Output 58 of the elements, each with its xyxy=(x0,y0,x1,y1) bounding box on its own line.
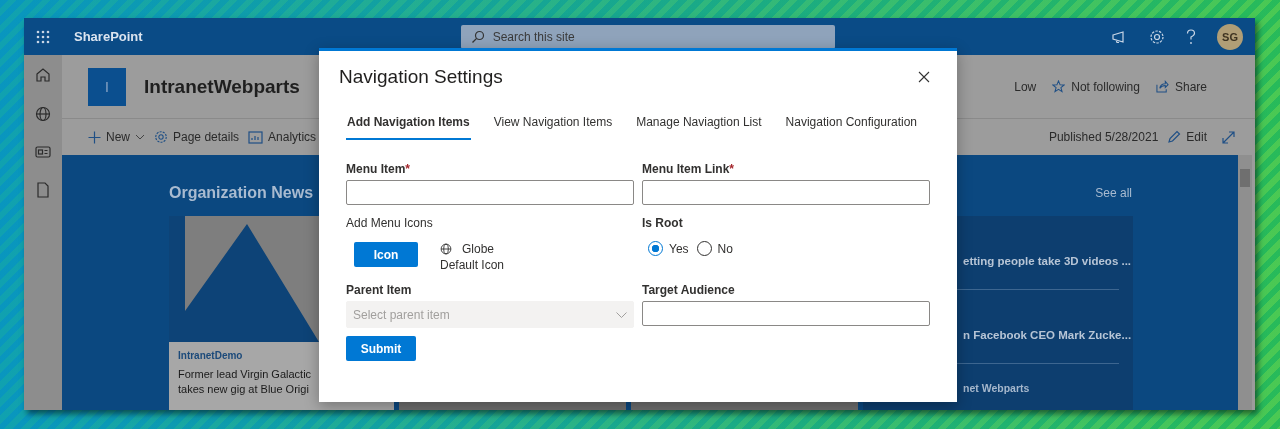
icon-name: Globe xyxy=(462,242,495,256)
scrollbar[interactable] xyxy=(1238,155,1255,410)
news-icon[interactable] xyxy=(35,145,51,159)
news-headline[interactable]: etting people take 3D videos ... xyxy=(963,255,1132,267)
app-launcher-icon[interactable] xyxy=(36,29,50,44)
follow-button[interactable]: Not following xyxy=(1052,79,1140,94)
new-button[interactable]: New xyxy=(88,130,145,144)
field-label: Menu Item Link* xyxy=(642,162,735,176)
app-title[interactable]: SharePoint xyxy=(74,29,143,44)
tab[interactable]: Navigation Configuration xyxy=(784,107,919,140)
help-icon[interactable] xyxy=(1185,28,1197,45)
chevron-down-icon xyxy=(616,311,627,318)
site-logo[interactable]: I xyxy=(88,67,126,106)
tab[interactable]: Add Navigation Items xyxy=(346,107,471,140)
field-label: Menu Item* xyxy=(346,162,411,176)
close-icon[interactable] xyxy=(918,71,930,83)
news-source[interactable]: net Webparts xyxy=(963,382,1030,394)
input-field[interactable] xyxy=(346,180,634,205)
gear-icon xyxy=(154,130,168,144)
globe-icon[interactable] xyxy=(35,106,51,122)
chevron-down-icon xyxy=(135,134,145,140)
radio-option[interactable]: Yes xyxy=(648,241,689,256)
news-source: IntranetDemo xyxy=(178,350,244,361)
input-field[interactable] xyxy=(642,180,930,205)
share-icon xyxy=(1155,80,1169,93)
site-title[interactable]: IntranetWebparts xyxy=(144,75,300,98)
see-all-link[interactable]: See all xyxy=(1095,186,1132,200)
radio-option[interactable]: No xyxy=(696,241,733,256)
field-label: Target Audience xyxy=(642,283,736,297)
input-field[interactable] xyxy=(642,301,930,326)
icon-caption: Default Icon xyxy=(440,258,505,272)
published-date: Published 5/28/2021 xyxy=(1048,130,1159,144)
pencil-icon xyxy=(1167,130,1182,144)
document-icon[interactable] xyxy=(36,182,50,198)
star-icon xyxy=(1052,80,1066,93)
radio-button[interactable] xyxy=(648,241,663,256)
sensitivity-label[interactable]: Low xyxy=(1014,79,1037,94)
plus-icon xyxy=(88,130,101,144)
analytics-button[interactable]: Analytics xyxy=(248,130,317,144)
globe-icon xyxy=(440,243,452,255)
news-headline[interactable]: n Facebook CEO Mark Zucke... xyxy=(963,329,1132,341)
tab[interactable]: View Navigation Items xyxy=(492,107,614,140)
dialog-title: Navigation Settings xyxy=(339,66,503,88)
settings-icon[interactable] xyxy=(1149,28,1165,45)
page-details-button[interactable]: Page details xyxy=(154,130,240,144)
expand-icon[interactable] xyxy=(1222,130,1235,144)
field-label: Is Root xyxy=(642,216,684,230)
share-button[interactable]: Share xyxy=(1155,79,1207,94)
icon-button[interactable]: Icon xyxy=(354,242,418,267)
section-title: Organization News xyxy=(169,184,314,202)
search-field[interactable]: Search this site xyxy=(460,24,835,49)
chart-icon xyxy=(248,130,264,144)
news-headline[interactable]: Former lead Virgin Galactic takes new gig at Blue Origi xyxy=(178,367,316,398)
user-avatar[interactable]: SG xyxy=(1217,23,1243,50)
edit-button[interactable]: Edit xyxy=(1167,130,1207,144)
home-icon[interactable] xyxy=(35,67,51,83)
submit-button[interactable]: Submit xyxy=(346,336,416,361)
tab[interactable]: Manage Naviagtion List xyxy=(635,107,763,140)
